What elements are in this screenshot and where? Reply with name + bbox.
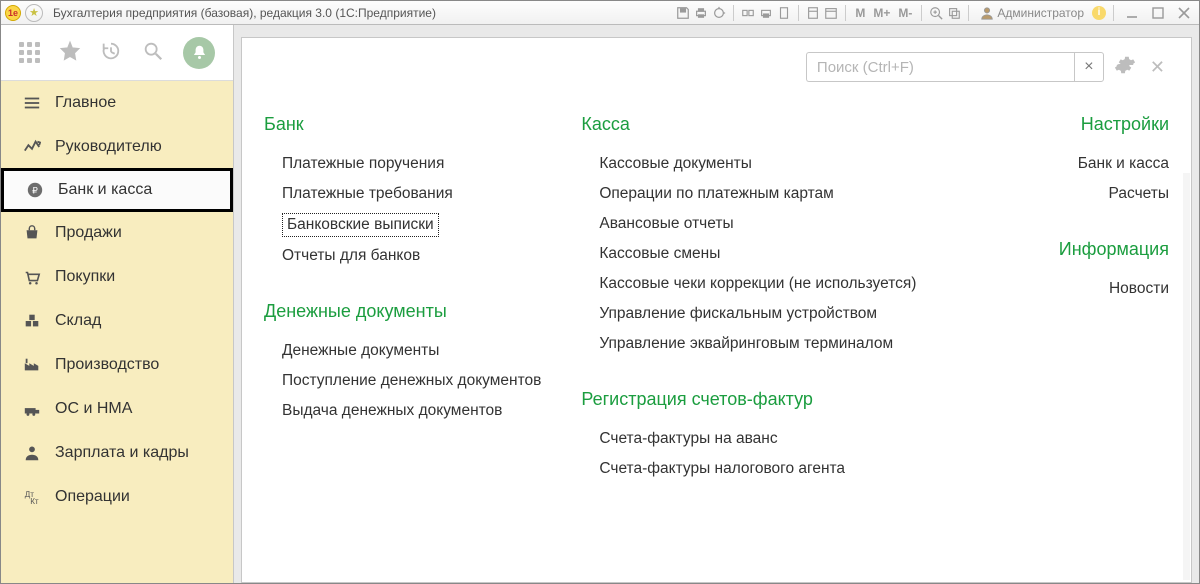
sidebar-item-warehouse[interactable]: Склад [1, 299, 233, 343]
sidebar-item-sales[interactable]: Продажи [1, 211, 233, 255]
head-info[interactable]: Информация [1059, 239, 1169, 260]
link-advance-reports[interactable]: Авансовые отчеты [599, 209, 916, 239]
window-maximize-button[interactable] [1147, 6, 1169, 20]
sidebar-item-label: Операции [55, 488, 130, 506]
sidebar-item-label: Зарплата и кадры [55, 444, 189, 462]
link-correction-rcpt[interactable]: Кассовые чеки коррекции (не используется… [599, 269, 916, 299]
windows-icon[interactable] [947, 6, 961, 20]
main-area: × ✕ Банк Платежные поручения Платежные т… [234, 25, 1199, 583]
sidebar-item-purchases[interactable]: Покупки [1, 255, 233, 299]
link-kassa-docs[interactable]: Кассовые документы [599, 149, 916, 179]
notifications-icon[interactable] [183, 37, 215, 69]
sidebar-item-label: Главное [55, 94, 116, 112]
link-cash-shifts[interactable]: Кассовые смены [599, 239, 916, 269]
close-panel-button[interactable]: ✕ [1146, 57, 1169, 78]
save-icon[interactable] [676, 6, 690, 20]
head-kassa[interactable]: Касса [581, 114, 916, 135]
link-news[interactable]: Новости [1059, 274, 1169, 304]
info-icon[interactable]: i [1092, 6, 1106, 20]
head-regsf[interactable]: Регистрация счетов-фактур [581, 389, 916, 410]
link-sf-tax-agent[interactable]: Счета-фактуры налогового агента [599, 454, 916, 484]
link-settings-bank[interactable]: Банк и касса [1059, 149, 1169, 179]
dbprint-icon[interactable] [759, 6, 773, 20]
app-logo-icon: 1e [5, 5, 21, 21]
sidebar-item-os-nma[interactable]: ОС и НМА [1, 387, 233, 431]
link-acquiring-ctrl[interactable]: Управление эквайринговым терминалом [599, 329, 916, 359]
title-bar: 1e ★ Бухгалтерия предприятия (базовая), … [1, 1, 1199, 25]
svg-text:₽: ₽ [32, 186, 38, 196]
svg-text:Кт: Кт [30, 497, 39, 506]
search-input[interactable] [806, 52, 1074, 82]
section-menu: Главное Руководителю ₽ Банк и касса Прод… [1, 81, 233, 583]
window-close-button[interactable] [1173, 6, 1195, 20]
current-user[interactable]: Администратор [976, 6, 1088, 20]
sidebar-item-operations[interactable]: ДтКт Операции [1, 475, 233, 519]
link-bank-reports[interactable]: Отчеты для банков [282, 241, 541, 271]
window-minimize-button[interactable] [1121, 6, 1143, 20]
calc-m-button[interactable]: M [853, 6, 867, 20]
sidebar-item-label: Склад [55, 312, 101, 330]
sidebar-item-label: Банк и касса [58, 181, 152, 199]
sidebar-item-label: ОС и НМА [55, 400, 132, 418]
doc-icon[interactable] [777, 6, 791, 20]
link-card-ops[interactable]: Операции по платежным картам [599, 179, 916, 209]
sidebar: Главное Руководителю ₽ Банк и касса Прод… [1, 25, 234, 583]
user-icon [980, 6, 994, 20]
link-dendoc-in[interactable]: Поступление денежных документов [282, 366, 541, 396]
print-icon[interactable] [694, 6, 708, 20]
sidebar-toolbar [1, 25, 233, 81]
sidebar-item-hr[interactable]: Зарплата и кадры [1, 431, 233, 475]
calc-mminus-button[interactable]: M- [896, 6, 914, 20]
functions-panel: × ✕ Банк Платежные поручения Платежные т… [241, 37, 1192, 583]
head-settings[interactable]: Настройки [1059, 114, 1169, 135]
sidebar-item-label: Покупки [55, 268, 115, 286]
sidebar-item-label: Продажи [55, 224, 122, 242]
calendar-icon[interactable] [824, 6, 838, 20]
calc-mplus-button[interactable]: M+ [871, 6, 892, 20]
user-name-label: Администратор [997, 6, 1084, 20]
sidebar-item-label: Руководителю [55, 138, 162, 156]
column-kassa: Касса Кассовые документы Операции по пла… [581, 114, 956, 484]
sidebar-item-main[interactable]: Главное [1, 81, 233, 125]
link-dendoc-out[interactable]: Выдача денежных документов [282, 396, 541, 426]
head-bank[interactable]: Банк [264, 114, 541, 135]
search-panel: × [806, 52, 1104, 82]
calc-icon[interactable] [806, 6, 820, 20]
column-settings-info: Настройки Банк и касса Расчеты Информаци… [1059, 114, 1169, 304]
clear-search-button[interactable]: × [1074, 52, 1104, 82]
column-bank-dendoc: Банк Платежные поручения Платежные требо… [264, 114, 581, 426]
favorite-icon[interactable]: ★ [25, 4, 43, 22]
link-fiscal-ctrl[interactable]: Управление фискальным устройством [599, 299, 916, 329]
sidebar-item-bank-kassa[interactable]: ₽ Банк и касса [1, 168, 233, 212]
refresh-icon[interactable] [712, 6, 726, 20]
history-icon[interactable] [100, 40, 122, 66]
zoom-in-icon[interactable] [929, 6, 943, 20]
settings-gear-icon[interactable] [1114, 54, 1136, 80]
link-bank-statements[interactable]: Банковские выписки [282, 213, 439, 237]
window-title: Бухгалтерия предприятия (базовая), редак… [47, 6, 442, 20]
sidebar-item-label: Производство [55, 356, 159, 374]
link-payment-orders[interactable]: Платежные поручения [282, 149, 541, 179]
sidebar-item-production[interactable]: Производство [1, 343, 233, 387]
head-dendoc[interactable]: Денежные документы [264, 301, 541, 322]
link-sf-advance[interactable]: Счета-фактуры на аванс [599, 424, 916, 454]
link-payment-demands[interactable]: Платежные требования [282, 179, 541, 209]
link-settings-calc[interactable]: Расчеты [1059, 179, 1169, 209]
search-icon[interactable] [142, 40, 164, 66]
scrollbar-vertical[interactable] [1183, 173, 1190, 580]
link-dendoc-list[interactable]: Денежные документы [282, 336, 541, 366]
star-icon[interactable] [59, 40, 81, 66]
compare-icon[interactable] [741, 6, 755, 20]
sidebar-item-manager[interactable]: Руководителю [1, 125, 233, 169]
apps-icon[interactable] [19, 42, 40, 63]
